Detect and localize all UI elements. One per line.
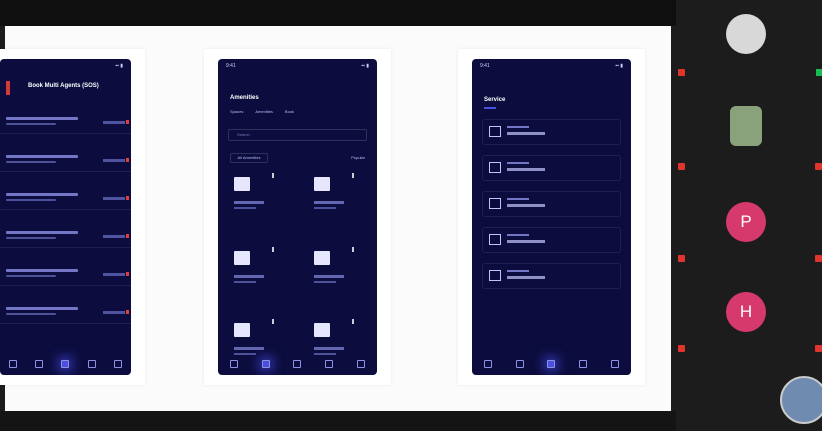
list-item[interactable] bbox=[0, 151, 131, 172]
community-icon[interactable] bbox=[87, 360, 96, 368]
screen-title: Service bbox=[484, 97, 506, 103]
mic-muted-icon bbox=[815, 255, 822, 262]
mic-muted-icon bbox=[678, 69, 685, 76]
amenities-icon[interactable] bbox=[261, 360, 270, 368]
screen-share-footer bbox=[0, 411, 676, 431]
bottom-nav bbox=[0, 353, 131, 375]
list-item[interactable] bbox=[0, 189, 131, 210]
amenity-tile[interactable] bbox=[310, 245, 356, 300]
avatar: H bbox=[726, 292, 766, 332]
amenity-tile[interactable] bbox=[310, 171, 356, 226]
services-icon[interactable] bbox=[61, 360, 70, 368]
avatar bbox=[730, 106, 762, 146]
participant-tile[interactable] bbox=[676, 0, 822, 90]
avatar: P bbox=[726, 202, 766, 242]
tab-amenities[interactable]: Amenities bbox=[255, 109, 273, 114]
service-item[interactable] bbox=[482, 155, 621, 181]
mic-muted-icon bbox=[815, 345, 822, 352]
tab-row: Spaces Amenities Book bbox=[230, 109, 294, 114]
service-item[interactable] bbox=[482, 191, 621, 217]
list-item[interactable] bbox=[0, 227, 131, 248]
profile-icon[interactable] bbox=[611, 360, 620, 368]
filter-dropdown[interactable]: All Amenities bbox=[230, 153, 268, 163]
shared-screen: ▪▪ ▮ Book Multi Agents (SOS) 9:41 ▪▪ ▮ Am… bbox=[0, 26, 671, 411]
community-icon[interactable] bbox=[325, 360, 334, 368]
calendar-icon[interactable] bbox=[515, 360, 524, 368]
mic-muted-icon bbox=[678, 255, 685, 262]
profile-icon[interactable] bbox=[357, 360, 366, 368]
calendar-icon[interactable] bbox=[293, 360, 302, 368]
phone-card-right: 9:41 ▪▪ ▮ Service bbox=[458, 49, 645, 385]
status-bar: 9:41 ▪▪ ▮ bbox=[226, 63, 369, 69]
community-icon[interactable] bbox=[579, 360, 588, 368]
calendar-icon[interactable] bbox=[35, 360, 44, 368]
phone-card-center: 9:41 ▪▪ ▮ Amenities Spaces Amenities Book… bbox=[204, 49, 391, 385]
status-bar: 9:41 ▪▪ ▮ bbox=[480, 63, 623, 69]
participant-tile[interactable]: P bbox=[676, 186, 822, 276]
amenity-tile[interactable] bbox=[230, 171, 276, 226]
service-item[interactable] bbox=[482, 263, 621, 289]
home-icon[interactable] bbox=[229, 360, 238, 368]
home-icon[interactable] bbox=[483, 360, 492, 368]
back-marker bbox=[6, 81, 10, 95]
mic-muted-icon bbox=[678, 345, 685, 352]
participant-tile[interactable] bbox=[676, 94, 822, 184]
bottom-nav bbox=[218, 353, 377, 375]
home-icon[interactable] bbox=[9, 360, 18, 368]
services-icon[interactable] bbox=[547, 360, 556, 368]
list-item[interactable] bbox=[0, 303, 131, 324]
shared-screen-topbar bbox=[0, 0, 676, 26]
search-placeholder: Search bbox=[237, 132, 250, 137]
status-bar: ▪▪ ▮ bbox=[115, 63, 123, 69]
profile-icon[interactable] bbox=[113, 360, 122, 368]
bottom-nav bbox=[472, 353, 631, 375]
list-item[interactable] bbox=[0, 265, 131, 286]
title-underline bbox=[484, 107, 496, 109]
avatar bbox=[726, 14, 766, 54]
mic-muted-icon bbox=[678, 163, 685, 170]
phone-screen-right: 9:41 ▪▪ ▮ Service bbox=[472, 59, 631, 375]
screen-title: Amenities bbox=[230, 95, 259, 101]
phone-card-left: ▪▪ ▮ Book Multi Agents (SOS) bbox=[0, 49, 145, 385]
participant-gallery: P H bbox=[676, 0, 822, 431]
search-input[interactable]: Search bbox=[228, 129, 367, 141]
list-item[interactable] bbox=[0, 113, 131, 134]
active-indicator-icon bbox=[816, 69, 822, 76]
self-video-avatar[interactable] bbox=[780, 376, 822, 424]
amenity-tile[interactable] bbox=[230, 245, 276, 300]
screen-title: Book Multi Agents (SOS) bbox=[28, 83, 99, 89]
phone-screen-left: ▪▪ ▮ Book Multi Agents (SOS) bbox=[0, 59, 131, 375]
service-item[interactable] bbox=[482, 227, 621, 253]
phone-screen-center: 9:41 ▪▪ ▮ Amenities Spaces Amenities Book… bbox=[218, 59, 377, 375]
sort-dropdown[interactable]: Popular bbox=[351, 155, 365, 160]
tab-spaces[interactable]: Spaces bbox=[230, 109, 243, 114]
participant-tile[interactable]: H bbox=[676, 276, 822, 366]
mic-muted-icon bbox=[815, 163, 822, 170]
service-item[interactable] bbox=[482, 119, 621, 145]
tab-book[interactable]: Book bbox=[285, 109, 294, 114]
